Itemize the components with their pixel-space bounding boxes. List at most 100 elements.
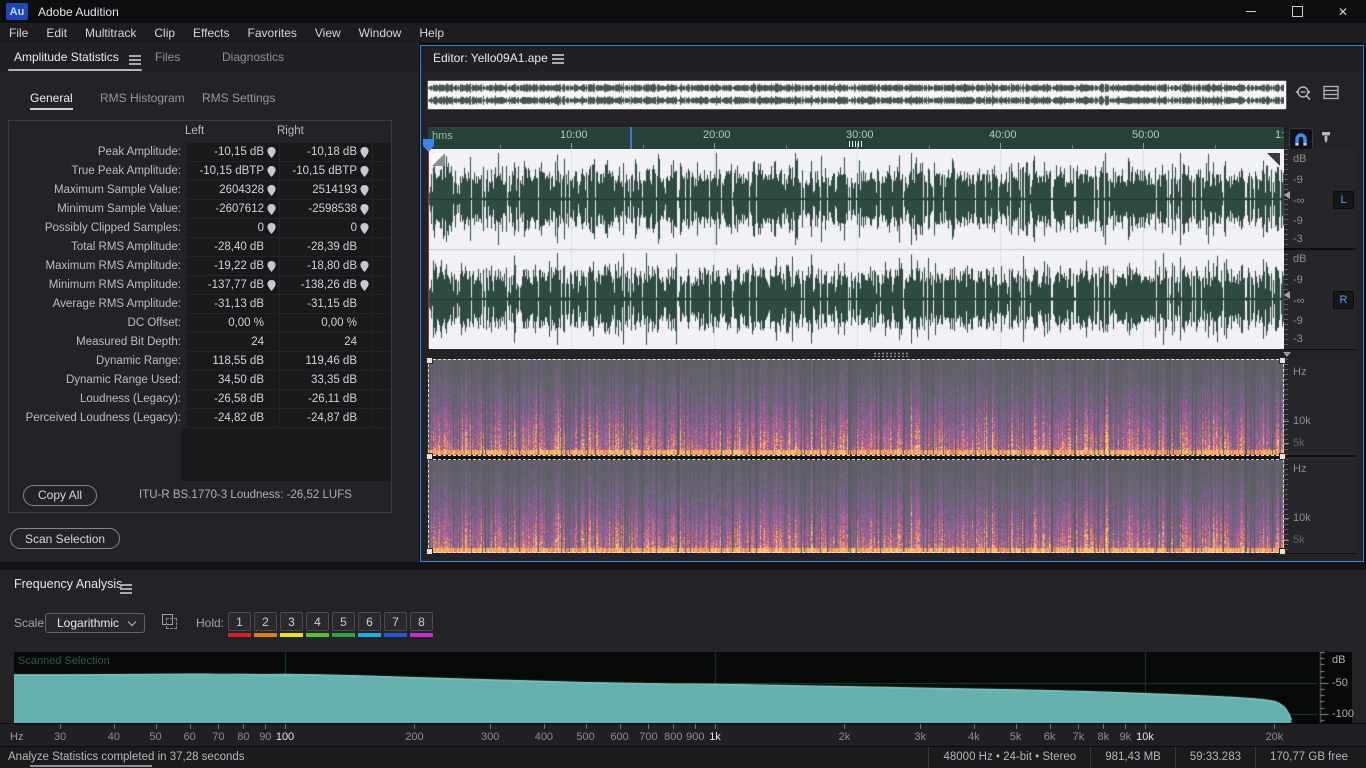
hold-button-7[interactable]: 7: [384, 612, 407, 631]
ruler-time-label: 50:00: [1132, 129, 1160, 141]
selection-handle[interactable]: [1279, 357, 1286, 364]
waveform-canvas[interactable]: [428, 149, 1284, 349]
editor-tab[interactable]: Editor: Yello09A1.ape: [433, 46, 548, 71]
display-options-icon[interactable]: [1323, 85, 1340, 101]
panel-tab-amplitude-statistics[interactable]: Amplitude Statistics: [14, 45, 141, 70]
timeline-ruler[interactable]: hms 10:00 20:00 30:00 40:00 50:00 1:00:00: [428, 127, 1284, 149]
map-pin-icon[interactable]: [267, 203, 276, 215]
hold-button-5[interactable]: 5: [332, 612, 355, 631]
stat-value-right: 0,00 %: [280, 314, 373, 332]
hold-color-swatch: [384, 633, 407, 637]
scale-label: Scale:: [14, 616, 48, 630]
app-logo-icon: Au: [6, 3, 28, 20]
window-title: Adobe Audition: [38, 4, 119, 19]
zoom-navigator-icon[interactable]: [1294, 84, 1314, 104]
map-pin-icon[interactable]: [267, 146, 276, 158]
magnet-icon: [1295, 133, 1307, 146]
selection-handle[interactable]: [426, 357, 433, 364]
panel-menu-icon[interactable]: [552, 54, 564, 56]
map-pin-icon[interactable]: [267, 184, 276, 196]
menu-edit[interactable]: Edit: [37, 23, 76, 43]
menu-view[interactable]: View: [306, 23, 350, 43]
spectrogram-canvas[interactable]: [428, 359, 1284, 553]
map-pin-icon[interactable]: [360, 165, 369, 177]
map-pin-icon[interactable]: [360, 222, 369, 234]
channel-badge-l[interactable]: L: [1333, 191, 1354, 209]
menu-help[interactable]: Help: [410, 23, 453, 43]
hold-button-4[interactable]: 4: [306, 612, 329, 631]
freq-axis-label: 90: [259, 731, 272, 743]
panel-tab-diagnostics[interactable]: Diagnostics: [222, 45, 284, 70]
hold-button-6[interactable]: 6: [358, 612, 381, 631]
selection-handle[interactable]: [426, 453, 433, 460]
map-pin-icon[interactable]: [360, 146, 369, 158]
stat-label: Total RMS Amplitude:: [71, 241, 181, 253]
close-button[interactable]: ✕: [1320, 0, 1366, 23]
maximize-icon: [1291, 6, 1303, 17]
selection-handle[interactable]: [426, 548, 433, 555]
map-pin-icon[interactable]: [360, 203, 369, 215]
view-divider-handle[interactable]: [428, 349, 1284, 359]
file-overview-navigator[interactable]: [427, 80, 1287, 110]
subtab-rms-settings[interactable]: RMS Settings: [202, 88, 275, 108]
minimize-button[interactable]: [1228, 0, 1274, 23]
map-pin-icon[interactable]: [360, 260, 369, 272]
corner-widget-right-icon[interactable]: [1267, 153, 1280, 166]
subtab-rms-histogram[interactable]: RMS Histogram: [100, 88, 185, 108]
stats-row: Dynamic Range Used: 34,50 dB 33,35 dB: [9, 371, 391, 390]
menu-clip[interactable]: Clip: [145, 23, 184, 43]
stat-value-left: 0,00 %: [187, 314, 280, 332]
pin-marker-icon: [1322, 131, 1330, 143]
hold-button-8[interactable]: 8: [410, 612, 433, 631]
stat-label: Maximum RMS Amplitude:: [45, 260, 181, 272]
hold-button-3[interactable]: 3: [280, 612, 303, 631]
scale-dropdown[interactable]: Logarithmic: [45, 613, 145, 633]
menu-window[interactable]: Window: [350, 23, 411, 43]
scan-selection-button[interactable]: Scan Selection: [10, 528, 121, 549]
stat-value-right: -24,87 dB: [280, 409, 373, 427]
status-segment: 170,77 GB free: [1255, 747, 1362, 768]
panel-tab-files[interactable]: Files: [155, 45, 180, 70]
timeline-marker[interactable]: [630, 127, 632, 149]
stat-value-right: -2598538: [280, 200, 373, 218]
column-header-right: Right: [277, 125, 304, 137]
maximize-button[interactable]: [1274, 0, 1320, 23]
overview-waveform-canvas[interactable]: [428, 81, 1284, 107]
map-pin-icon[interactable]: [267, 279, 276, 291]
hold-button-2[interactable]: 2: [254, 612, 277, 631]
stat-value-right: 24: [280, 333, 373, 351]
ruler-unit-label: hms: [432, 130, 453, 142]
freq-axis-label: 900: [686, 731, 705, 743]
hold-button-1[interactable]: 1: [228, 612, 251, 631]
map-pin-icon[interactable]: [360, 184, 369, 196]
selection-handle[interactable]: [1279, 548, 1286, 555]
selection-handle[interactable]: [1279, 453, 1286, 460]
hold-color-swatch: [410, 633, 433, 637]
menu-file[interactable]: File: [0, 23, 37, 43]
map-pin-icon[interactable]: [267, 260, 276, 272]
subtab-general[interactable]: General: [30, 88, 73, 110]
channel-badge-r[interactable]: R: [1333, 291, 1354, 309]
marker-pin-button[interactable]: [1318, 130, 1334, 146]
freq-axis-label: 400: [534, 731, 554, 743]
panel-menu-icon[interactable]: [120, 584, 132, 586]
menu-multitrack[interactable]: Multitrack: [76, 23, 145, 43]
map-pin-icon[interactable]: [267, 165, 276, 177]
snap-toggle-button[interactable]: [1289, 128, 1313, 150]
menu-effects[interactable]: Effects: [184, 23, 238, 43]
ruler-time-label: 10:00: [560, 129, 588, 141]
map-pin-icon[interactable]: [360, 279, 369, 291]
waveform-editor[interactable]: [428, 149, 1284, 349]
map-pin-icon[interactable]: [267, 222, 276, 234]
stat-value-left: 0: [187, 219, 280, 237]
copy-all-button[interactable]: Copy All: [23, 484, 98, 506]
menu-favorites[interactable]: Favorites: [239, 23, 306, 43]
freq-axis-label: 2k: [838, 731, 851, 743]
freq-axis-label: 300: [480, 731, 500, 743]
snapshot-frame-icon[interactable]: [162, 614, 178, 630]
corner-widget-icon[interactable]: [432, 153, 445, 166]
stat-value-left: 24: [187, 333, 280, 351]
amplitude-statistics-panel: Amplitude Statistics Files Diagnostics Gen…: [0, 43, 419, 562]
spectral-display[interactable]: [426, 357, 1286, 555]
panel-menu-icon[interactable]: [128, 55, 141, 57]
